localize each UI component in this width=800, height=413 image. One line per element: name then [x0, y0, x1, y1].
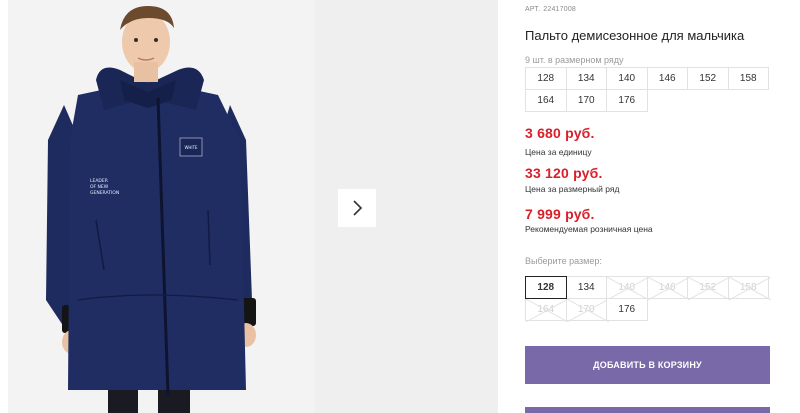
- size-row-cell: 134: [565, 67, 607, 90]
- choose-size-label: Выберите размер:: [525, 256, 602, 266]
- svg-text:WHITE: WHITE: [184, 145, 198, 150]
- size-row-price-caption: Цена за размерный ряд: [525, 184, 620, 194]
- svg-text:LEADER: LEADER: [90, 178, 108, 184]
- size-option-unavailable: 170: [565, 298, 609, 322]
- strike-through-icon: [566, 299, 609, 322]
- boy-in-navy-coat-image: WHITE LEADER OF NEW GENERATION: [8, 0, 315, 413]
- size-row-cell: 128: [525, 67, 567, 90]
- size-picker-row: 128 134 140 146 152 158: [525, 276, 774, 300]
- size-picker: 128 134 140 146 152 158 164: [525, 276, 774, 322]
- product-title: Пальто демисезонное для мальчика: [525, 28, 745, 43]
- product-photo[interactable]: WHITE LEADER OF NEW GENERATION: [8, 0, 315, 413]
- retail-price: 7 999 руб.: [525, 206, 595, 222]
- strike-through-icon: [688, 277, 730, 300]
- next-slide-button[interactable]: [338, 189, 376, 227]
- size-row-cell: 140: [606, 67, 648, 90]
- size-row-cell: 170: [565, 89, 607, 112]
- product-info: АРТ. 22417008 Пальто демисезонное для мал…: [525, 0, 795, 413]
- size-option-selected[interactable]: 128: [525, 276, 567, 299]
- size-option-unavailable: 164: [525, 298, 568, 322]
- size-option-unavailable: 152: [687, 276, 730, 300]
- chevron-right-icon: [353, 200, 363, 216]
- size-option[interactable]: 176: [606, 298, 648, 321]
- size-option-unavailable: 146: [646, 276, 690, 300]
- size-row-cell: 158: [727, 67, 769, 90]
- size-row-note: 9 шт. в размерном ряду: [525, 55, 624, 65]
- sku-label: АРТ.: [525, 6, 541, 13]
- strike-through-icon: [728, 277, 771, 300]
- unit-price: 3 680 руб.: [525, 125, 595, 141]
- product-sku: АРТ. 22417008: [525, 6, 576, 13]
- size-row-price: 33 120 руб.: [525, 165, 603, 181]
- sku-value: 22417008: [543, 6, 577, 13]
- size-row: 128 134 140 146 152 158: [525, 67, 774, 90]
- size-row-cell: 152: [687, 67, 729, 90]
- size-row: 164 170 176: [525, 89, 774, 112]
- svg-text:GENERATION: GENERATION: [90, 190, 119, 196]
- size-picker-row: 164 170 176: [525, 298, 774, 322]
- product-gallery: WHITE LEADER OF NEW GENERATION: [0, 0, 500, 413]
- retail-price-caption: Рекомендуемая розничная цена: [525, 224, 653, 234]
- size-row-cell: 164: [525, 89, 567, 112]
- unit-price-caption: Цена за единицу: [525, 147, 592, 157]
- strike-through-icon: [607, 277, 649, 300]
- add-to-cart-button[interactable]: ДОБАВИТЬ В КОРЗИНУ: [525, 346, 770, 384]
- svg-text:OF NEW: OF NEW: [90, 184, 109, 190]
- strike-through-icon: [526, 299, 568, 322]
- secondary-action-button[interactable]: [525, 407, 770, 413]
- size-option[interactable]: 134: [565, 276, 607, 299]
- size-row-cell: 176: [606, 89, 648, 112]
- size-row-table: 128 134 140 146 152 158 164 170 176: [525, 67, 774, 112]
- size-option-unavailable: 140: [606, 276, 649, 300]
- strike-through-icon: [647, 277, 690, 300]
- size-option-unavailable: 158: [727, 276, 771, 300]
- size-row-cell: 146: [646, 67, 688, 90]
